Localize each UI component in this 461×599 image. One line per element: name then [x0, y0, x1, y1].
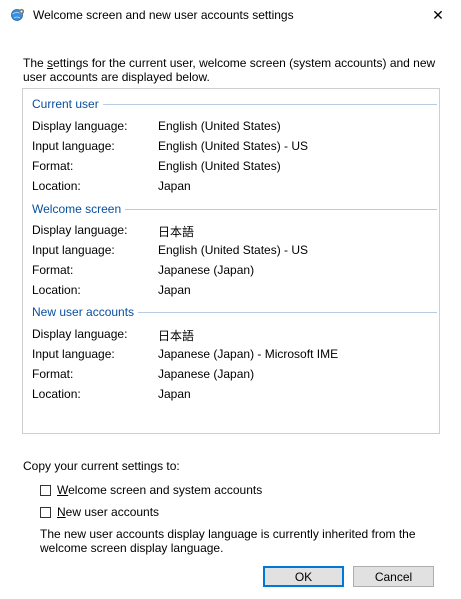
checkbox-label-text: ew user accounts	[65, 505, 160, 519]
section-header-new-user-accounts: New user accounts	[32, 304, 437, 320]
new-user-location-row: Location: Japan	[32, 387, 432, 405]
row-value: 日本語	[158, 329, 195, 343]
accelerator-key: W	[57, 483, 69, 497]
row-value: Japanese (Japan)	[158, 367, 255, 381]
row-value: English (United States)	[158, 119, 281, 133]
section-title: Welcome screen	[32, 202, 122, 216]
description-rest: ettings for the current user, welcome sc…	[23, 56, 436, 84]
row-value: Japan	[158, 387, 191, 401]
welcome-location-row: Location: Japan	[32, 283, 432, 301]
row-label: Display language:	[32, 223, 128, 237]
row-label: Location:	[32, 179, 81, 193]
row-label: Display language:	[32, 119, 128, 133]
new-user-accounts-checkbox-label[interactable]: New user accounts	[57, 505, 159, 519]
current-user-input-language-row: Input language: English (United States) …	[32, 139, 432, 157]
row-label: Input language:	[32, 139, 115, 153]
close-button[interactable]: ✕	[415, 0, 461, 31]
new-user-input-language-row: Input language: Japanese (Japan) - Micro…	[32, 347, 432, 365]
current-user-location-row: Location: Japan	[32, 179, 432, 197]
row-label: Input language:	[32, 347, 115, 361]
row-value: Japanese (Japan) - Microsoft IME	[158, 347, 339, 361]
section-divider	[138, 312, 437, 313]
welcome-input-language-row: Input language: English (United States) …	[32, 243, 432, 261]
new-user-accounts-checkbox-row[interactable]: New user accounts	[40, 504, 159, 520]
row-label: Location:	[32, 387, 81, 401]
row-label: Location:	[32, 283, 81, 297]
section-title: Current user	[32, 97, 99, 111]
row-value: English (United States) - US	[158, 139, 309, 153]
row-label: Format:	[32, 159, 74, 173]
row-label: Display language:	[32, 327, 128, 341]
title-bar: Welcome screen and new user accounts set…	[0, 0, 461, 31]
section-divider	[102, 104, 437, 105]
row-label: Format:	[32, 367, 74, 381]
current-user-format-row: Format: English (United States)	[32, 159, 432, 177]
globe-settings-icon	[11, 8, 25, 21]
welcome-display-language-row: Display language: 日本語	[32, 223, 432, 241]
new-user-display-language-row: Display language: 日本語	[32, 327, 432, 345]
inherited-language-note: The new user accounts display language i…	[40, 527, 416, 555]
row-value: Japan	[158, 283, 191, 297]
description-text: The settings for the current user, welco…	[23, 56, 443, 84]
new-user-format-row: Format: Japanese (Japan)	[32, 367, 432, 385]
section-header-current-user: Current user	[32, 96, 437, 112]
row-value: English (United States) - US	[158, 243, 309, 257]
window-title: Welcome screen and new user accounts set…	[33, 8, 294, 22]
row-value: English (United States)	[158, 159, 281, 173]
copy-settings-label: Copy your current settings to:	[23, 459, 180, 473]
description-prefix: The	[23, 56, 48, 70]
welcome-screen-checkbox-label[interactable]: Welcome screen and system accounts	[57, 483, 262, 497]
current-user-display-language-row: Display language: English (United States…	[32, 119, 432, 137]
section-title: New user accounts	[32, 305, 135, 319]
row-label: Input language:	[32, 243, 115, 257]
welcome-format-row: Format: Japanese (Japan)	[32, 263, 432, 281]
close-icon: ✕	[432, 7, 444, 23]
settings-summary-panel: Current user Display language: English (…	[22, 88, 440, 434]
cancel-button[interactable]: Cancel	[353, 566, 434, 587]
section-header-welcome-screen: Welcome screen	[32, 201, 437, 217]
welcome-screen-checkbox-row[interactable]: Welcome screen and system accounts	[40, 482, 262, 498]
checkbox-label-text: elcome screen and system accounts	[68, 483, 263, 497]
section-divider	[125, 209, 437, 210]
ok-button[interactable]: OK	[263, 566, 344, 587]
accelerator-key: N	[57, 505, 66, 519]
row-value: Japan	[158, 179, 191, 193]
new-user-accounts-checkbox[interactable]	[40, 506, 51, 518]
row-value: 日本語	[158, 225, 195, 239]
row-value: Japanese (Japan)	[158, 263, 255, 277]
row-label: Format:	[32, 263, 74, 277]
welcome-screen-checkbox[interactable]	[40, 484, 51, 496]
